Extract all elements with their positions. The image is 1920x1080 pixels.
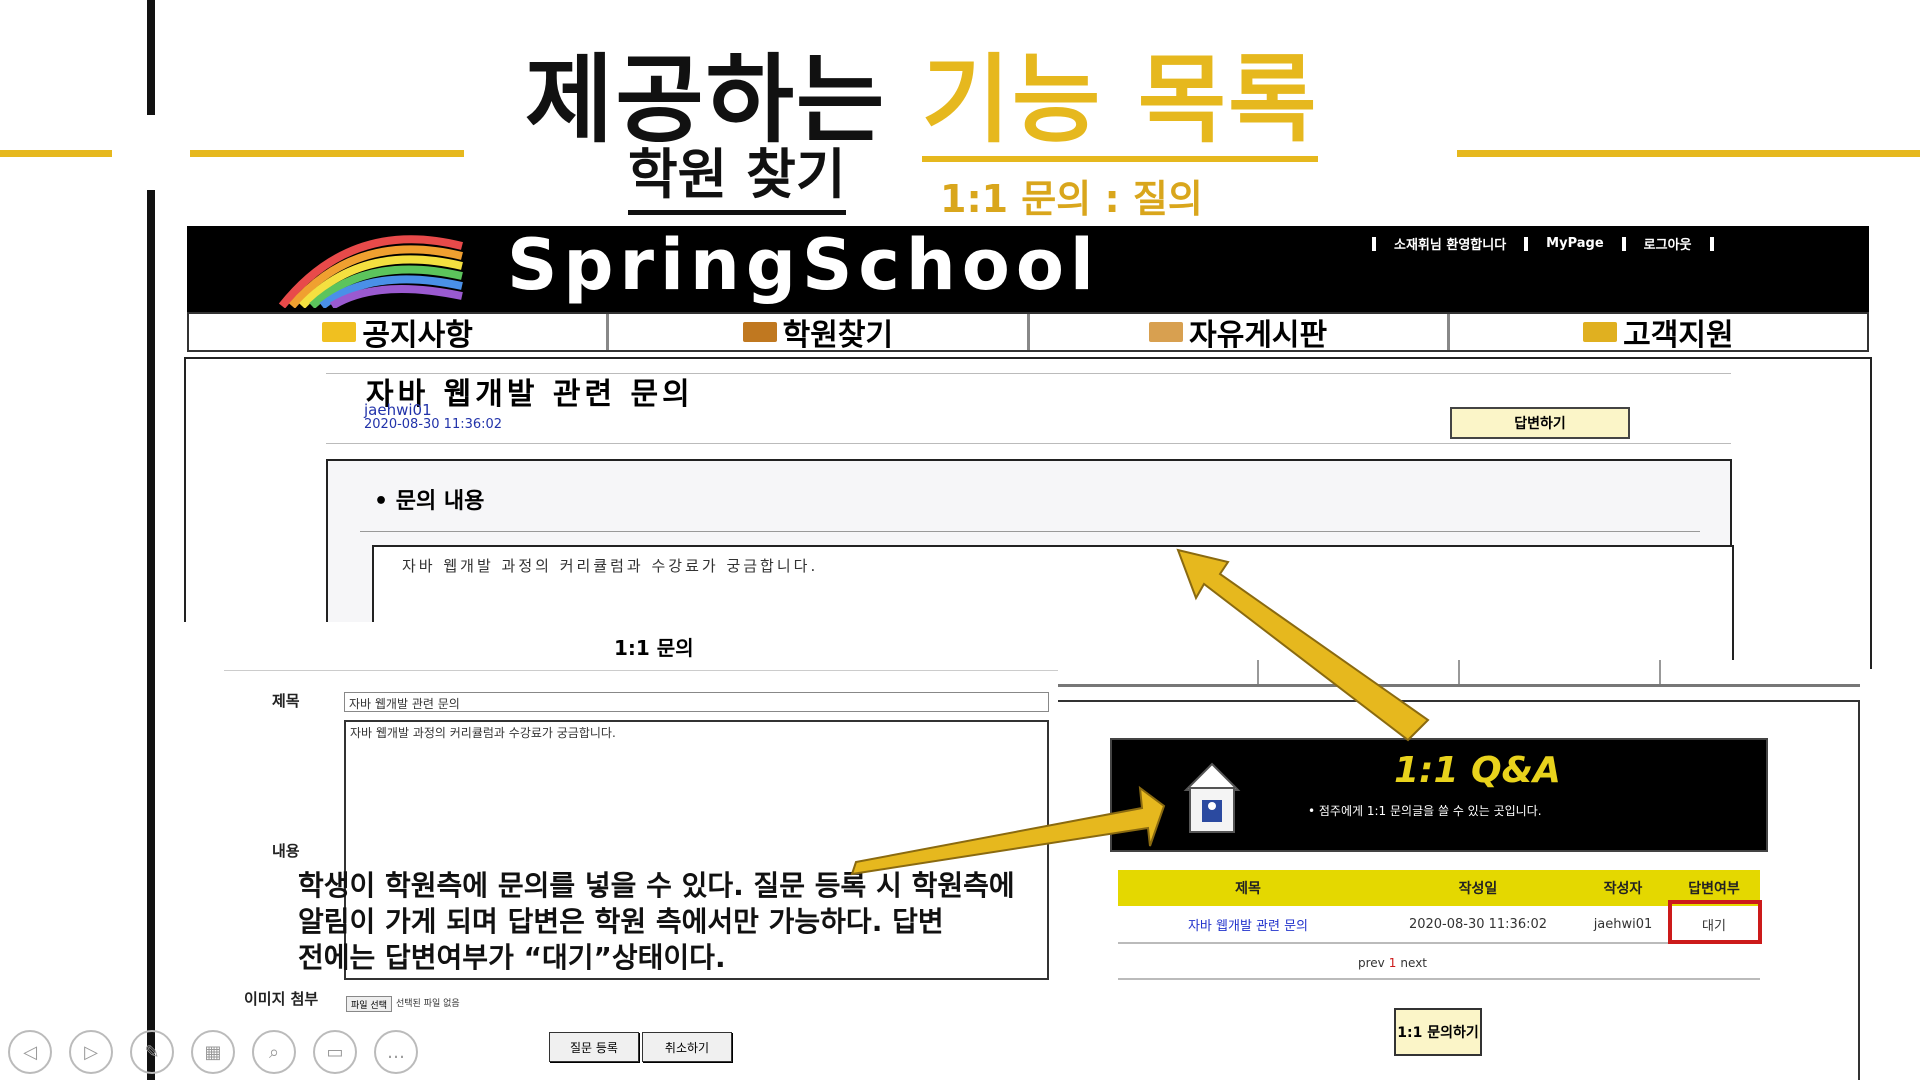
write-inquiry-button[interactable]: 1:1 문의하기 — [1394, 1008, 1482, 1056]
school-icon — [742, 322, 777, 342]
qna-nav-remnant — [1058, 660, 1860, 687]
col-status: 답변여부 — [1688, 881, 1740, 897]
more-icon[interactable]: … — [374, 1030, 418, 1074]
pen-icon[interactable]: ✎ — [130, 1030, 174, 1074]
slideshow-controls: ◁ ▷ ✎ ▦ ⌕ ▭ … — [8, 1030, 418, 1074]
inquiry-content-text: 자바 웹개발 과정의 커리큘럼과 수강료가 궁금합니다. — [402, 557, 819, 575]
subtitles-icon[interactable]: ▭ — [313, 1030, 357, 1074]
row-title[interactable]: 자바 웹개발 관련 문의 — [1118, 915, 1378, 934]
callout-line-2: 알림이 가게 되며 답변은 학원 측에서만 가능하다. 답변 — [298, 905, 944, 938]
logout-link[interactable]: 로그아웃 — [1644, 234, 1692, 253]
mypage-link[interactable]: MyPage — [1546, 236, 1603, 251]
zoom-icon[interactable]: ⌕ — [252, 1030, 296, 1074]
house-lock-icon — [1183, 762, 1241, 833]
slides-icon[interactable]: ▦ — [191, 1030, 235, 1074]
yellow-rule-left-2 — [190, 150, 464, 157]
springschool-logo[interactable]: SpringSchool — [507, 224, 1100, 306]
col-date: 작성일 — [1458, 881, 1498, 897]
springschool-top-links: 소재휘님 환영합니다 MyPage 로그아웃 — [1372, 234, 1714, 253]
welcome-text: 소재휘님 환영합니다 — [1394, 238, 1507, 253]
nav-free-board[interactable]: 자유게시판 — [1030, 314, 1450, 353]
file-select-button[interactable]: 파일 선택 — [346, 996, 392, 1012]
nav-support[interactable]: 고객지원 — [1450, 314, 1867, 353]
nav-notice-label: 공지사항 — [362, 318, 473, 353]
form-heading: 1:1 문의 — [614, 636, 694, 660]
title-input[interactable]: 자바 웹개발 관련 문의 — [344, 692, 1049, 712]
table-row[interactable]: 자바 웹개발 관련 문의 2020-08-30 11:36:02 jaehwi0… — [1118, 906, 1760, 944]
envelope-icon — [322, 322, 357, 342]
callout-line-3: 전에는 답변여부가 “대기”상태이다. — [298, 941, 726, 974]
callout-text: 학생이 학원측에 문의를 넣을 수 있다. 질문 등록 시 학원측에 알림이 가… — [298, 868, 1098, 976]
qna-screenshot: 1:1 Q&A • 점주에게 1:1 문의글을 쓸 수 있는 곳입니다. 제목 … — [1058, 660, 1860, 1080]
cancel-button[interactable]: 취소하기 — [642, 1032, 732, 1062]
previous-icon[interactable]: ◁ — [8, 1030, 52, 1074]
answer-button[interactable]: 답변하기 — [1450, 407, 1630, 439]
qna-banner: 1:1 Q&A • 점주에게 1:1 문의글을 쓸 수 있는 곳입니다. — [1110, 738, 1768, 852]
col-title: 제목 — [1235, 881, 1261, 897]
slide-subtitle-accent: 1:1 문의 : 질의 — [940, 177, 1203, 221]
row-date: 2020-08-30 11:36:02 — [1408, 916, 1548, 932]
inquiry-form-screenshot: 1:1 문의 제목 자바 웹개발 관련 문의 자바 웹개발 과정의 커리큘럼과 … — [184, 622, 1058, 1080]
submit-question-button[interactable]: 질문 등록 — [549, 1032, 639, 1062]
nav-notice[interactable]: 공지사항 — [189, 314, 610, 353]
nav-free-board-label: 자유게시판 — [1189, 318, 1328, 353]
slide-subtitle: 학원 찾기 — [628, 140, 846, 215]
content-section-label: • 문의 내용 — [374, 489, 485, 514]
pagination-prev[interactable]: prev — [1358, 956, 1385, 970]
left-vertical-bar-top — [147, 0, 155, 115]
nav-support-label: 고객지원 — [1623, 318, 1734, 353]
callout-line-1: 학생이 학원측에 문의를 넣을 수 있다. 질문 등록 시 학원측에 — [298, 869, 1015, 902]
form-title-label: 제목 — [272, 692, 300, 710]
form-content-label: 내용 — [272, 842, 300, 860]
springschool-header: SpringSchool 소재휘님 환영합니다 MyPage 로그아웃 — [187, 224, 1869, 312]
col-author: 작성자 — [1603, 881, 1643, 897]
pagination: prev 1 next — [1358, 956, 1427, 970]
qna-title: 1:1 Q&A — [1394, 750, 1561, 791]
next-icon[interactable]: ▷ — [69, 1030, 113, 1074]
rainbow-icon — [278, 235, 463, 308]
file-status: 선택된 파일 없음 — [396, 999, 460, 1009]
pagination-next[interactable]: next — [1400, 956, 1427, 970]
springschool-nav: 공지사항 학원찾기 자유게시판 고객지원 — [187, 312, 1869, 353]
slide-title-accent: 기능 목록 — [921, 44, 1319, 162]
nav-find-academy-label: 학원찾기 — [782, 318, 894, 353]
left-vertical-bar-bottom — [147, 190, 155, 1080]
inquiry-date: 2020-08-30 11:36:02 — [364, 417, 503, 432]
row-author: jaehwi01 — [1593, 916, 1653, 932]
status-highlight-box — [1668, 900, 1762, 944]
nav-find-academy[interactable]: 학원찾기 — [609, 314, 1030, 353]
board-icon — [1149, 322, 1184, 342]
support-icon — [1583, 322, 1618, 342]
yellow-rule-right — [1457, 150, 1920, 157]
qna-table-header: 제목 작성일 작성자 답변여부 — [1118, 870, 1760, 906]
qna-description: • 점주에게 1:1 문의글을 쓸 수 있는 곳입니다. — [1308, 804, 1542, 818]
pagination-page[interactable]: 1 — [1389, 956, 1397, 970]
form-attach-label: 이미지 첨부 — [244, 990, 319, 1008]
yellow-rule-left-1 — [0, 150, 112, 157]
